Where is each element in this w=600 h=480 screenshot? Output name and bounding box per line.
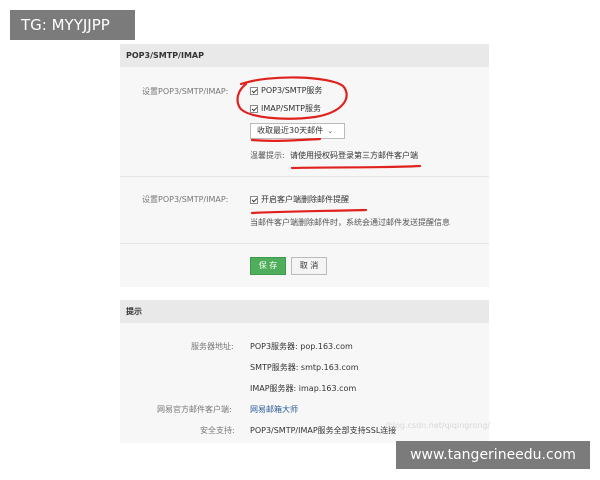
imap-server: IMAP服务器: imap.163.com: [250, 384, 357, 393]
official-client-link[interactable]: 网易邮箱大师: [250, 404, 298, 415]
pop3-service-option[interactable]: POP3/SMTP服务: [250, 85, 322, 96]
tips-panel-title: 提示: [120, 300, 489, 323]
settings-panel-title: POP3/SMTP/IMAP: [120, 44, 489, 67]
imap-label: IMAP/SMTP服务: [261, 104, 321, 113]
section-divider: [120, 176, 489, 177]
receive-range-value: 收取最近30天邮件: [257, 126, 324, 135]
server-address-label: 服务器地址:: [191, 342, 234, 351]
site-badge: www.tangerineedu.com: [396, 441, 590, 469]
tip-label: 温馨提示:: [250, 151, 285, 160]
imap-service-option[interactable]: IMAP/SMTP服务: [250, 103, 321, 114]
row2-label: 设置POP3/SMTP/IMAP:: [142, 195, 229, 204]
smtp-server: SMTP服务器: smtp.163.com: [250, 363, 359, 372]
official-client-label: 网易官方邮件客户端:: [157, 405, 232, 414]
imap-checkbox[interactable]: [250, 104, 258, 113]
row1-label: 设置POP3/SMTP/IMAP:: [142, 87, 229, 96]
pop3-server: POP3服务器: pop.163.com: [250, 342, 353, 351]
pop3-label: POP3/SMTP服务: [261, 86, 323, 95]
save-button[interactable]: 保 存: [250, 257, 286, 275]
faint-watermark: /blog.csdn.net/qiqingrong/: [385, 421, 491, 430]
tip-text: 请使用授权码登录第三方邮件客户端: [290, 151, 418, 160]
tg-badge: TG: MYYJJPP: [10, 10, 135, 40]
receive-range-select[interactable]: 收取最近30天邮件 ⌄: [250, 123, 345, 139]
security-label: 安全支持:: [200, 426, 235, 435]
delete-notice-checkbox[interactable]: [250, 195, 258, 204]
security-text: POP3/SMTP/IMAP服务全部支持SSL连接: [250, 426, 397, 435]
cancel-button[interactable]: 取 消: [291, 257, 327, 275]
section-divider: [120, 243, 489, 244]
settings-panel: POP3/SMTP/IMAP 设置POP3/SMTP/IMAP: POP3/SM…: [120, 44, 489, 287]
tips-panel: 提示 服务器地址: POP3服务器: pop.163.com SMTP服务器: …: [120, 300, 491, 443]
delete-notice-description: 当邮件客户端删除邮件时，系统会通过邮件发送提醒信息: [250, 218, 450, 227]
chevron-down-icon: ⌄: [327, 127, 334, 135]
pop3-checkbox[interactable]: [250, 86, 258, 95]
delete-notice-option[interactable]: 开启客户端删除邮件提醒: [250, 194, 349, 205]
delete-notice-label: 开启客户端删除邮件提醒: [261, 195, 349, 204]
